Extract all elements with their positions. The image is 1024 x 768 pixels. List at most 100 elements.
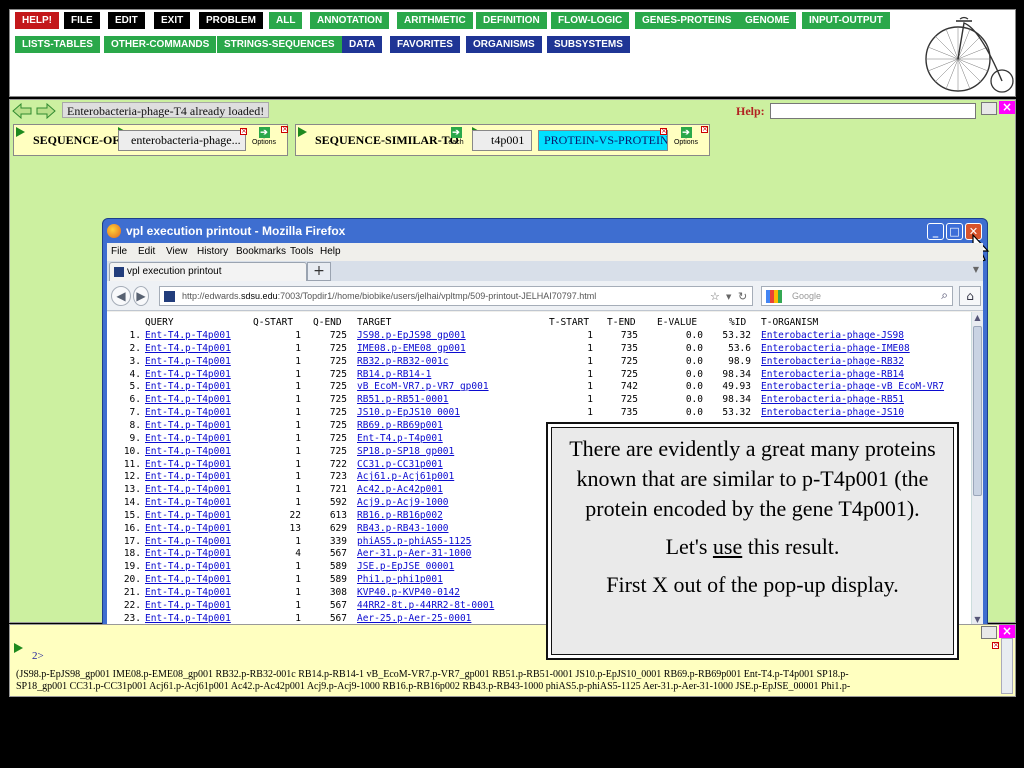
cell-target[interactable]: Aer-25.p-Aer-25-0001 xyxy=(357,613,537,624)
clear-argument-icon[interactable]: × xyxy=(240,128,247,135)
cell-target[interactable]: JS10.p-EpJS10 0001 xyxy=(357,407,537,418)
menu-button-definition[interactable]: DEFINITION xyxy=(476,12,547,29)
back-button[interactable]: ◀ xyxy=(111,286,131,306)
maximize-button[interactable]: □ xyxy=(946,223,963,240)
menu-button-genes-proteins[interactable]: GENES-PROTEINS xyxy=(635,12,739,29)
cell-query[interactable]: Ent-T4.p-T4p001 xyxy=(145,574,245,585)
search-box[interactable]: Google ⌕ xyxy=(761,286,953,306)
cell-query[interactable]: Ent-T4.p-T4p001 xyxy=(145,561,245,572)
new-tab-button[interactable]: + xyxy=(307,262,331,281)
cell-target[interactable]: Phi1.p-phi1p001 xyxy=(357,574,537,585)
cell-query[interactable]: Ent-T4.p-T4p001 xyxy=(145,369,245,380)
cell-query[interactable]: Ent-T4.p-T4p001 xyxy=(145,381,245,392)
minimize-button[interactable]: _ xyxy=(927,223,944,240)
cell-target[interactable]: RB14.p-RB14-1 xyxy=(357,369,537,380)
cell-target[interactable]: 44RR2-8t.p-44RR2-8t-0001 xyxy=(357,600,537,611)
run-triangle-icon[interactable] xyxy=(298,127,307,137)
query-argument[interactable]: t4p001 xyxy=(472,130,532,151)
cell-query[interactable]: Ent-T4.p-T4p001 xyxy=(145,394,245,405)
cell-query[interactable]: Ent-T4.p-T4p001 xyxy=(145,536,245,547)
scroll-up-icon[interactable]: ▲ xyxy=(973,313,982,324)
minimize-workspace-button[interactable] xyxy=(981,102,997,115)
menu-button-other-commands[interactable]: OTHER-COMMANDS xyxy=(104,36,217,53)
cell-target[interactable]: CC31.p-CC31p001 xyxy=(357,459,537,470)
cell-org[interactable]: Enterobacteria-phage-RB51 xyxy=(761,394,971,405)
menu-button-file[interactable]: FILE xyxy=(64,12,100,29)
cell-query[interactable]: Ent-T4.p-T4p001 xyxy=(145,459,245,470)
menu-button-organisms[interactable]: ORGANISMS xyxy=(466,36,542,53)
cell-target[interactable]: Ent-T4.p-T4p001 xyxy=(357,433,537,444)
cell-query[interactable]: Ent-T4.p-T4p001 xyxy=(145,510,245,521)
close-workspace-button[interactable]: × xyxy=(999,101,1015,114)
help-input[interactable] xyxy=(770,103,976,119)
menu-button-favorites[interactable]: FAVORITES xyxy=(390,36,460,53)
menu-button-annotation[interactable]: ANNOTATION xyxy=(310,12,390,29)
sequence-of-box[interactable]: SEQUENCE-OF enterobacteria-phage... × ➔ O… xyxy=(13,124,288,156)
cell-query[interactable]: Ent-T4.p-T4p001 xyxy=(145,433,245,444)
organism-argument[interactable]: enterobacteria-phage... xyxy=(118,130,246,151)
content-scrollbar[interactable]: ▲ ▼ xyxy=(971,312,983,627)
url-bar[interactable]: http://edwards.sdsu.edu:7003/Topdir1//ho… xyxy=(159,286,753,306)
browser-title-bar[interactable]: vpl execution printout - Mozilla Firefox… xyxy=(107,222,983,242)
run-triangle-icon[interactable] xyxy=(16,127,25,137)
cell-org[interactable]: Enterobacteria-phage-vB EcoM-VR7 xyxy=(761,381,971,392)
each-toggle[interactable]: ➔ each xyxy=(442,127,470,146)
forward-button[interactable]: ▶ xyxy=(133,286,149,306)
cell-target[interactable]: Ac42.p-Ac42p001 xyxy=(357,484,537,495)
cell-org[interactable]: Enterobacteria-phage-RB14 xyxy=(761,369,971,380)
menu-button-exit[interactable]: EXIT xyxy=(154,12,191,29)
cell-target[interactable]: RB43.p-RB43-1000 xyxy=(357,523,537,534)
close-box-icon[interactable]: × xyxy=(281,126,288,133)
tab-list-icon[interactable]: ▼ xyxy=(973,265,979,274)
clear-argument-icon[interactable]: × xyxy=(660,128,667,135)
home-button[interactable]: ⌂ xyxy=(959,286,981,306)
cell-query[interactable]: Ent-T4.p-T4p001 xyxy=(145,420,245,431)
menu-button-lists-tables[interactable]: LISTS-TABLES xyxy=(15,36,100,53)
menu-edit[interactable]: Edit xyxy=(138,246,155,257)
history-dropdown-icon[interactable]: ▼ xyxy=(726,293,731,301)
cell-target[interactable]: vB EcoM-VR7.p-VR7 gp001 xyxy=(357,381,537,392)
cell-query[interactable]: Ent-T4.p-T4p001 xyxy=(145,484,245,495)
menu-button-all[interactable]: ALL xyxy=(269,12,303,29)
search-icon[interactable]: ⌕ xyxy=(941,288,948,303)
cell-query[interactable]: Ent-T4.p-T4p001 xyxy=(145,471,245,482)
menu-button-edit[interactable]: EDIT xyxy=(108,12,145,29)
cell-target[interactable]: RB69.p-RB69p001 xyxy=(357,420,537,431)
menu-help[interactable]: Help xyxy=(320,246,341,257)
cell-query[interactable]: Ent-T4.p-T4p001 xyxy=(145,446,245,457)
cell-target[interactable]: RB51.p-RB51-0001 xyxy=(357,394,537,405)
menu-view[interactable]: View xyxy=(166,246,188,257)
options-button[interactable]: ➔ Options xyxy=(672,127,700,146)
clear-output-icon[interactable]: × xyxy=(992,642,999,649)
menu-button-arithmetic[interactable]: ARITHMETIC xyxy=(397,12,473,29)
cell-target[interactable]: IME08.p-EME08 gp001 xyxy=(357,343,537,354)
cell-target[interactable]: phiAS5.p-phiAS5-1125 xyxy=(357,536,537,547)
menu-tools[interactable]: Tools xyxy=(290,246,313,257)
menu-button-genome[interactable]: GENOME xyxy=(738,12,797,29)
run-triangle-icon[interactable] xyxy=(14,643,23,653)
cell-target[interactable]: SP18.p-SP18 gp001 xyxy=(357,446,537,457)
sequence-similar-to-box[interactable]: SEQUENCE-SIMILAR-TO ➔ each t4p001 PROTEIN… xyxy=(295,124,710,156)
menu-history[interactable]: History xyxy=(197,246,228,257)
cell-target[interactable]: JSE.p-EpJSE 00001 xyxy=(357,561,537,572)
menu-bookmarks[interactable]: Bookmarks xyxy=(236,246,286,257)
cell-query[interactable]: Ent-T4.p-T4p001 xyxy=(145,587,245,598)
menu-button-subsystems[interactable]: SUBSYSTEMS xyxy=(547,36,630,53)
cell-target[interactable]: Acj9.p-Acj9-1000 xyxy=(357,497,537,508)
minimize-output-button[interactable] xyxy=(981,626,997,639)
cell-target[interactable]: JS98.p-EpJS98 gp001 xyxy=(357,330,537,341)
menu-button-problem[interactable]: PROBLEM xyxy=(199,12,263,29)
cell-target[interactable]: Aer-31.p-Aer-31-1000 xyxy=(357,548,537,559)
bookmark-star-icon[interactable]: ☆ xyxy=(710,290,720,303)
cell-query[interactable]: Ent-T4.p-T4p001 xyxy=(145,407,245,418)
cell-target[interactable]: RB16.p-RB16p002 xyxy=(357,510,537,521)
reload-icon[interactable]: ↻ xyxy=(738,290,747,303)
back-arrow-icon[interactable] xyxy=(12,103,32,119)
cell-org[interactable]: Enterobacteria-phage-JS10 xyxy=(761,407,971,418)
output-result-text[interactable]: (JS98.p-EpJS98_gp001 IME08.p-EME08_gp001… xyxy=(16,669,996,695)
menu-button-strings-sequences[interactable]: STRINGS-SEQUENCES xyxy=(217,36,342,53)
close-box-icon[interactable]: × xyxy=(701,126,708,133)
cell-query[interactable]: Ent-T4.p-T4p001 xyxy=(145,356,245,367)
options-button[interactable]: ➔ Options xyxy=(250,127,278,146)
cell-org[interactable]: Enterobacteria-phage-RB32 xyxy=(761,356,971,367)
